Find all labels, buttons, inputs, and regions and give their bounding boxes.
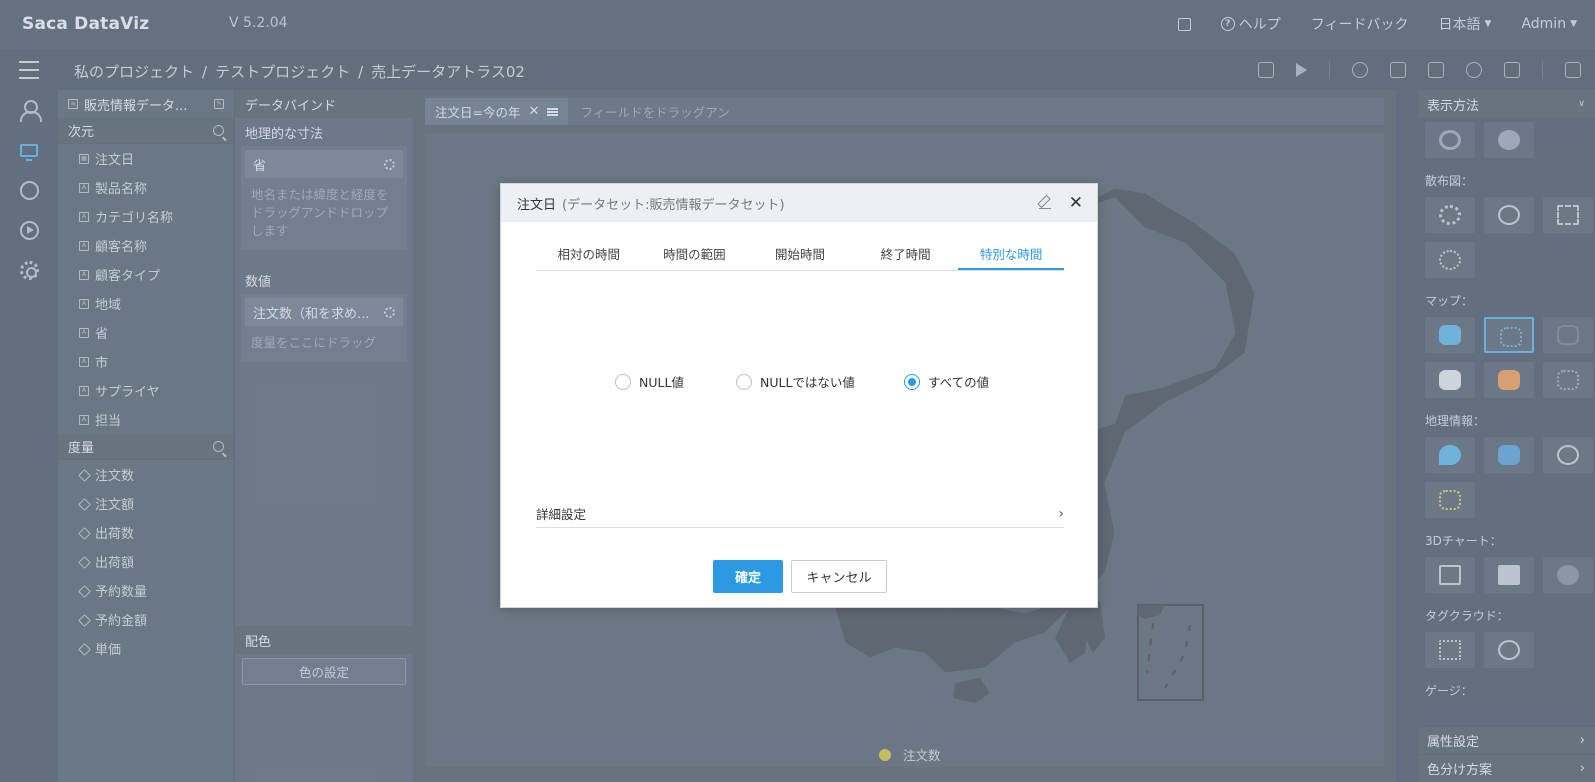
tab-end-time[interactable]: 終了時間	[853, 239, 959, 270]
confirm-button[interactable]: 確定	[713, 560, 783, 593]
advanced-settings-toggle[interactable]: 詳細設定 ›	[536, 500, 1064, 528]
tab-relative-time[interactable]: 相対の時間	[536, 239, 642, 270]
chevron-right-icon: ›	[1058, 505, 1064, 522]
time-tabs: 相対の時間 時間の範囲 開始時間 終了時間 特別な時間	[536, 239, 1064, 271]
cancel-button[interactable]: キャンセル	[791, 560, 887, 593]
tab-special-time[interactable]: 特別な時間	[958, 239, 1064, 270]
radio-circle	[615, 373, 631, 390]
dialog-subtitle: (データセット:販売情報データセット)	[562, 197, 785, 213]
date-filter-dialog: 注文日 (データセット:販売情報データセット) ✕ 相対の時間 時間の範囲 開始…	[500, 183, 1098, 608]
radio-circle	[736, 373, 752, 390]
tab-start-time[interactable]: 開始時間	[747, 239, 853, 270]
radio-circle-selected	[904, 373, 920, 390]
radio-null-value[interactable]: NULL値	[615, 372, 684, 391]
radio-all-values[interactable]: すべての値	[904, 372, 989, 391]
close-icon[interactable]: ✕	[1069, 193, 1083, 213]
advanced-settings-label: 詳細設定	[536, 507, 587, 522]
dialog-header: 注文日 (データセット:販売情報データセット) ✕	[501, 184, 1097, 222]
dialog-buttons: 確定 キャンセル	[501, 560, 1099, 593]
pencil-icon[interactable]	[1039, 197, 1051, 209]
radio-label: NULL値	[639, 375, 684, 390]
tab-time-range[interactable]: 時間の範囲	[642, 239, 748, 270]
radio-not-null-value[interactable]: NULLではない値	[736, 372, 855, 391]
radio-label: NULLではない値	[760, 375, 855, 390]
dialog-title: 注文日	[517, 197, 557, 213]
radio-label: すべての値	[928, 375, 990, 390]
